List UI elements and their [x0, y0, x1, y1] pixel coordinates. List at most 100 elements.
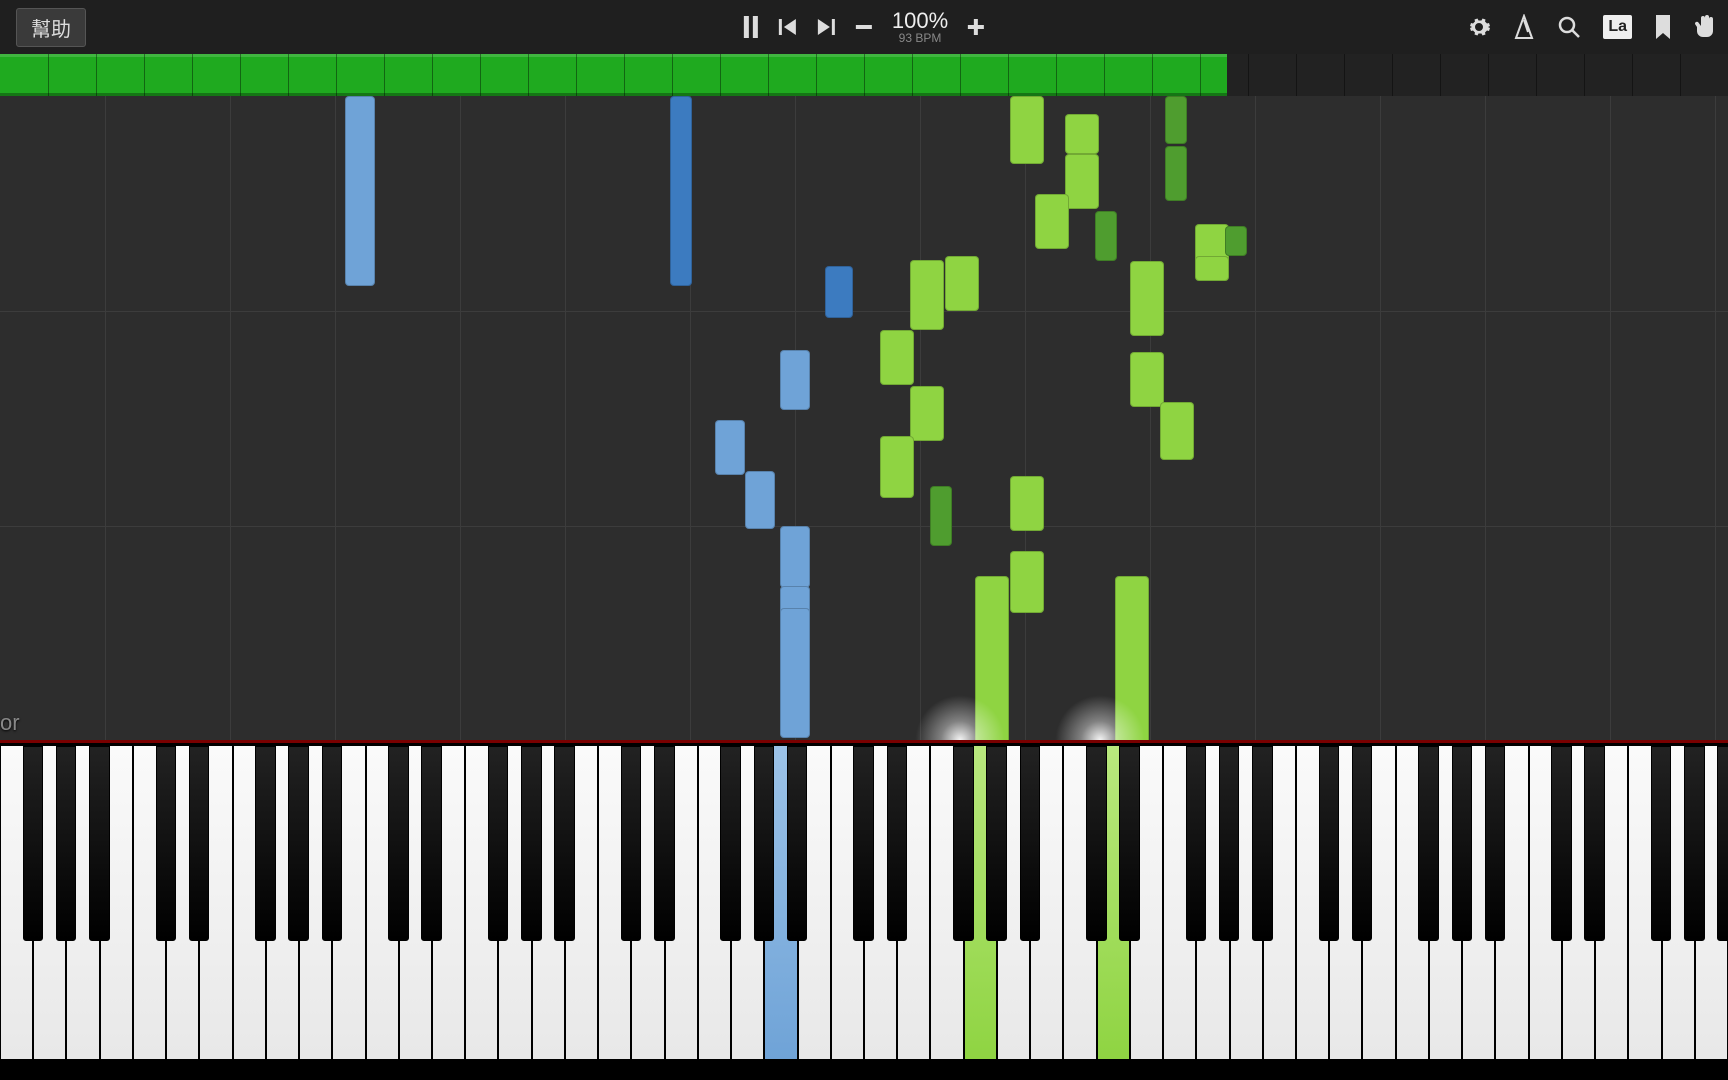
gridline-vertical	[1150, 96, 1151, 740]
black-key[interactable]	[255, 746, 276, 941]
black-key[interactable]	[421, 746, 442, 941]
progress-tick	[672, 54, 673, 96]
falling-note	[910, 260, 944, 330]
falling-note	[780, 350, 810, 410]
black-key[interactable]	[1684, 746, 1705, 941]
gridline-vertical	[1715, 96, 1716, 740]
progress-tick	[1008, 54, 1009, 96]
falling-note	[910, 386, 944, 441]
black-key[interactable]	[1651, 746, 1672, 941]
gridline-vertical	[460, 96, 461, 740]
progress-tick	[1056, 54, 1057, 96]
black-key[interactable]	[89, 746, 110, 941]
prev-icon[interactable]	[778, 17, 798, 37]
falling-note	[945, 256, 979, 311]
black-key[interactable]	[1485, 746, 1506, 941]
falling-note	[825, 266, 853, 318]
falling-note	[345, 96, 375, 286]
falling-note	[1095, 211, 1117, 261]
black-key[interactable]	[1319, 746, 1340, 941]
black-key[interactable]	[488, 746, 509, 941]
black-key[interactable]	[1452, 746, 1473, 941]
black-key[interactable]	[1584, 746, 1605, 941]
falling-note	[1010, 96, 1044, 164]
progress-tick	[1488, 54, 1489, 96]
black-key[interactable]	[554, 746, 575, 941]
falling-note	[1195, 256, 1229, 281]
falling-note	[1130, 261, 1164, 336]
black-key[interactable]	[887, 746, 908, 941]
falling-note	[880, 330, 914, 385]
black-key[interactable]	[1352, 746, 1373, 941]
piano	[0, 740, 1728, 1080]
black-key[interactable]	[23, 746, 44, 941]
progress-tick	[288, 54, 289, 96]
black-key[interactable]	[1086, 746, 1107, 941]
falling-note	[1010, 476, 1044, 531]
next-icon[interactable]	[816, 17, 836, 37]
progress-tick	[1536, 54, 1537, 96]
playback-controls: 100% 93 BPM	[742, 10, 986, 44]
progress-tick	[1680, 54, 1681, 96]
gear-icon[interactable]	[1467, 15, 1491, 39]
help-button[interactable]: 幫助	[16, 8, 86, 47]
black-key[interactable]	[953, 746, 974, 941]
black-key[interactable]	[1717, 746, 1728, 941]
gridline-vertical	[565, 96, 566, 740]
black-key[interactable]	[621, 746, 642, 941]
pause-icon[interactable]	[742, 16, 760, 38]
tempo-display[interactable]: 100% 93 BPM	[892, 10, 948, 44]
hand-icon[interactable]	[1694, 14, 1718, 40]
black-key[interactable]	[156, 746, 177, 941]
gridline-vertical	[1485, 96, 1486, 740]
black-key[interactable]	[1020, 746, 1041, 941]
gridline-vertical	[1380, 96, 1381, 740]
gridline-vertical	[1255, 96, 1256, 740]
progress-tick	[528, 54, 529, 96]
tempo-percent: 100%	[892, 10, 948, 32]
black-key[interactable]	[1252, 746, 1273, 941]
black-key[interactable]	[654, 746, 675, 941]
tempo-plus-icon[interactable]	[966, 17, 986, 37]
gridline-horizontal	[0, 526, 1728, 527]
black-key[interactable]	[1219, 746, 1240, 941]
notation-toggle[interactable]: La	[1603, 15, 1632, 39]
falling-note	[1065, 114, 1099, 154]
gridline-vertical	[230, 96, 231, 740]
progress-tick	[96, 54, 97, 96]
falling-note	[1160, 402, 1194, 460]
black-key[interactable]	[986, 746, 1007, 941]
progress-tick	[1632, 54, 1633, 96]
strike-line	[0, 740, 1728, 743]
black-key[interactable]	[1418, 746, 1439, 941]
black-key[interactable]	[754, 746, 775, 941]
black-key[interactable]	[1186, 746, 1207, 941]
falling-note	[670, 96, 692, 286]
progress-tick	[144, 54, 145, 96]
gridline-vertical	[335, 96, 336, 740]
progress-tick	[240, 54, 241, 96]
progress-tick	[192, 54, 193, 96]
falling-note	[715, 420, 745, 475]
tempo-minus-icon[interactable]	[854, 17, 874, 37]
black-key[interactable]	[56, 746, 77, 941]
black-key[interactable]	[853, 746, 874, 941]
black-key[interactable]	[521, 746, 542, 941]
falling-note	[1035, 194, 1069, 249]
progress-tick	[432, 54, 433, 96]
black-key[interactable]	[322, 746, 343, 941]
metronome-icon[interactable]	[1513, 14, 1535, 40]
bookmark-icon[interactable]	[1654, 15, 1672, 39]
black-key[interactable]	[1119, 746, 1140, 941]
black-key[interactable]	[787, 746, 808, 941]
black-key[interactable]	[1551, 746, 1572, 941]
chord-label: or	[0, 710, 20, 736]
black-key[interactable]	[189, 746, 210, 941]
gridline-vertical	[1610, 96, 1611, 740]
search-icon[interactable]	[1557, 15, 1581, 39]
black-key[interactable]	[720, 746, 741, 941]
gridline-vertical	[105, 96, 106, 740]
black-key[interactable]	[288, 746, 309, 941]
progress-tick	[864, 54, 865, 96]
black-key[interactable]	[388, 746, 409, 941]
